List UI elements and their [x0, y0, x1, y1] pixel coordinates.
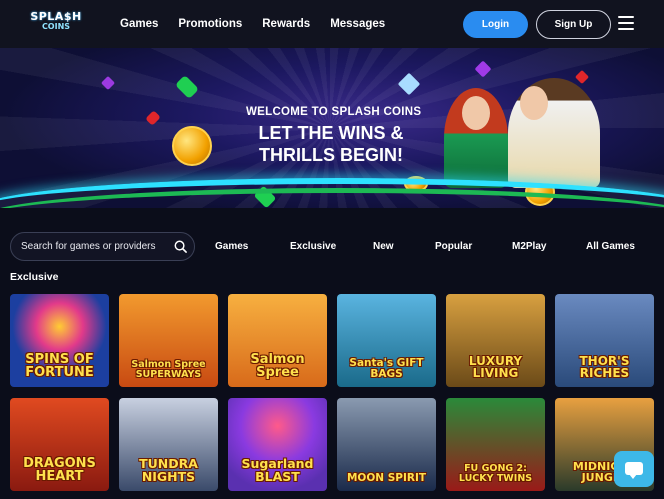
tab-games[interactable]: Games — [215, 241, 248, 252]
game-tile[interactable]: TUNDRA NIGHTS — [119, 398, 218, 491]
game-title: DRAGONS HEART — [23, 456, 96, 484]
login-button[interactable]: Login — [463, 11, 528, 38]
chat-icon — [625, 462, 643, 479]
game-tile[interactable]: Salmon Spree SUPERWAYS — [119, 294, 218, 387]
hero-bottom-edge — [0, 208, 664, 218]
game-title: Sugarland BLAST — [241, 456, 314, 484]
game-tile[interactable]: SPINS OF FORTUNE — [10, 294, 109, 387]
top-header: SPLA$H COINS Games Promotions Rewards Me… — [0, 0, 664, 48]
man-face — [520, 86, 548, 120]
woman-face — [462, 96, 490, 130]
logo-text-bottom: COINS — [41, 22, 71, 31]
game-tile[interactable]: MOON SPIRIT — [337, 398, 436, 491]
tab-popular[interactable]: Popular — [435, 241, 472, 252]
game-title: SPINS OF FORTUNE — [25, 352, 94, 380]
game-title: Salmon Spree SUPERWAYS — [131, 359, 206, 380]
hero-headline-line1: LET THE WINS & — [258, 123, 404, 143]
hamburger-menu-icon[interactable] — [618, 16, 634, 30]
nav-rewards[interactable]: Rewards — [262, 18, 310, 30]
coin-icon — [172, 126, 212, 166]
game-title: LUXURY LIVING — [468, 354, 523, 380]
game-title: MOON SPIRIT — [346, 471, 427, 484]
hero-welcome-text: WELCOME TO SPLASH COINS — [246, 106, 422, 118]
game-title: Santa's GIFT BAGS — [349, 357, 424, 380]
splash-coins-logo[interactable]: SPLA$H COINS — [28, 11, 84, 37]
game-tile[interactable]: Salmon Spree — [228, 294, 327, 387]
signup-button[interactable]: Sign Up — [536, 10, 611, 39]
search-icon[interactable] — [174, 240, 187, 253]
search-box[interactable] — [10, 232, 195, 261]
nav-promotions[interactable]: Promotions — [178, 18, 242, 30]
search-input[interactable] — [21, 233, 171, 260]
main-nav: Games Promotions Rewards Messages — [120, 0, 405, 48]
game-tile[interactable]: THOR'S RICHES — [555, 294, 654, 387]
section-title-exclusive: Exclusive — [10, 271, 59, 283]
nav-messages[interactable]: Messages — [330, 18, 385, 30]
game-title: THOR'S RICHES — [579, 354, 630, 380]
game-title: FU GONG 2: LUCKY TWINS — [458, 463, 533, 484]
game-tile[interactable]: FU GONG 2: LUCKY TWINS — [446, 398, 545, 491]
game-tile[interactable]: Santa's GIFT BAGS — [337, 294, 436, 387]
nav-games[interactable]: Games — [120, 18, 158, 30]
hero-headline-line2: THRILLS BEGIN! — [259, 144, 403, 165]
game-title: Salmon Spree — [250, 352, 305, 380]
logo-text-top: SPLA$H — [30, 10, 82, 23]
chat-button[interactable] — [614, 451, 654, 487]
hero-headline: LET THE WINS & THRILLS BEGIN! — [246, 123, 416, 166]
tab-m2play[interactable]: M2Play — [512, 241, 546, 252]
game-tile[interactable]: LUXURY LIVING — [446, 294, 545, 387]
game-tile[interactable]: Sugarland BLAST — [228, 398, 327, 491]
game-tile[interactable]: DRAGONS HEART — [10, 398, 109, 491]
hero-banner[interactable]: WELCOME TO SPLASH COINS LET THE WINS & T… — [0, 48, 664, 218]
game-title: TUNDRA NIGHTS — [139, 456, 198, 484]
tab-exclusive[interactable]: Exclusive — [290, 241, 336, 252]
tab-new[interactable]: New — [373, 241, 394, 252]
tab-all-games[interactable]: All Games — [586, 241, 635, 252]
